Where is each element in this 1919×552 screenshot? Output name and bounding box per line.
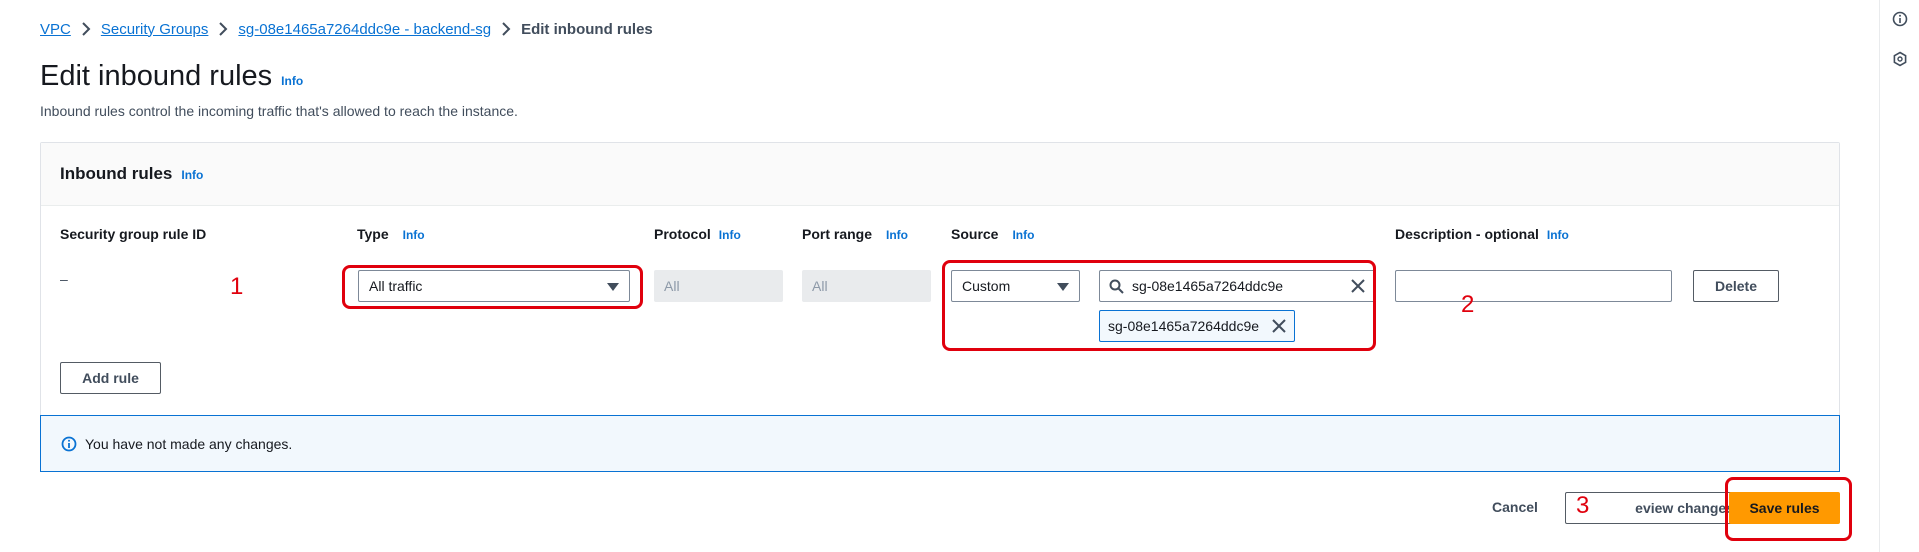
title-info-link[interactable]: Info (281, 74, 303, 88)
inbound-rules-panel: Inbound rules Info Security group rule I… (40, 142, 1840, 472)
annotation-box-type (342, 265, 643, 309)
info-circle-icon (61, 436, 77, 452)
breadcrumb-security-group[interactable]: sg-08e1465a7264ddc9e - backend-sg (238, 21, 491, 38)
annotation-box-save (1725, 477, 1852, 541)
side-rail (1879, 0, 1919, 552)
col-port-range: Port range (802, 226, 873, 242)
page-description: Inbound rules control the incoming traff… (40, 103, 518, 119)
description-info-link[interactable]: Info (1547, 228, 1569, 242)
col-source: Source (951, 226, 999, 242)
annotation-number-3: 3 (1576, 492, 1590, 519)
settings-hex-icon[interactable] (1892, 51, 1908, 67)
chevron-right-icon (218, 22, 228, 36)
col-description: Description - optional (1395, 226, 1539, 242)
col-protocol: Protocol (654, 226, 711, 242)
col-rule-id: Security group rule ID (60, 226, 207, 242)
add-rule-button[interactable]: Add rule (60, 362, 161, 394)
port-range-field: All (802, 270, 931, 302)
annotation-number-2: 2 (1461, 291, 1475, 318)
chevron-right-icon (81, 22, 91, 36)
col-type: Type (357, 226, 389, 242)
breadcrumb-vpc[interactable]: VPC (40, 21, 71, 38)
panel-title: Inbound rules (60, 164, 173, 183)
no-changes-alert: You have not made any changes. (40, 415, 1840, 472)
rule-id-value: – (60, 271, 68, 287)
protocol-field: All (654, 270, 783, 302)
alert-text: You have not made any changes. (85, 435, 293, 452)
delete-rule-button[interactable]: Delete (1693, 270, 1779, 302)
breadcrumb-current: Edit inbound rules (521, 20, 653, 38)
chevron-right-icon (501, 22, 511, 36)
annotation-box-source (942, 260, 1376, 351)
panel-header: Inbound rules Info (41, 143, 1839, 206)
panel-info-link[interactable]: Info (181, 168, 203, 182)
description-input[interactable] (1395, 270, 1672, 302)
source-info-link[interactable]: Info (1012, 228, 1034, 242)
port-range-info-link[interactable]: Info (886, 228, 908, 242)
breadcrumb: VPC Security Groups sg-08e1465a7264ddc9e… (40, 19, 653, 39)
info-circle-icon[interactable] (1892, 11, 1908, 27)
cancel-button[interactable]: Cancel (1492, 499, 1538, 515)
page-title: Edit inbound rules (40, 60, 273, 92)
protocol-info-link[interactable]: Info (719, 228, 741, 242)
annotation-number-1: 1 (230, 273, 244, 300)
breadcrumb-security-groups[interactable]: Security Groups (101, 21, 209, 38)
type-info-link[interactable]: Info (403, 228, 425, 242)
